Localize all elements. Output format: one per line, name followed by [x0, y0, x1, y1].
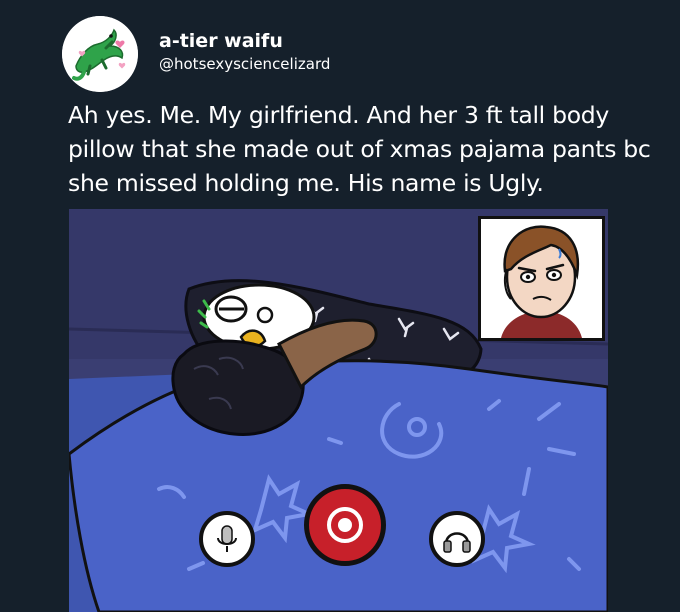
- caller-face-illustration: [481, 219, 602, 338]
- lizard-icon: [62, 16, 138, 92]
- record-icon: [327, 507, 363, 543]
- microphone-button[interactable]: [199, 511, 255, 567]
- user-handle[interactable]: @hotsexysciencelizard: [159, 54, 330, 74]
- tweet-text: Ah yes. Me. My girlfriend. And her 3 ft …: [68, 101, 651, 197]
- microphone-icon: [217, 525, 237, 552]
- profile-avatar[interactable]: [62, 16, 138, 92]
- record-button[interactable]: [304, 484, 386, 566]
- headphones-icon: [443, 532, 471, 553]
- headphones-button[interactable]: [429, 511, 485, 567]
- display-name[interactable]: a-tier waifu: [159, 30, 283, 52]
- comic-image[interactable]: [69, 209, 608, 612]
- video-call-inset: [478, 216, 605, 341]
